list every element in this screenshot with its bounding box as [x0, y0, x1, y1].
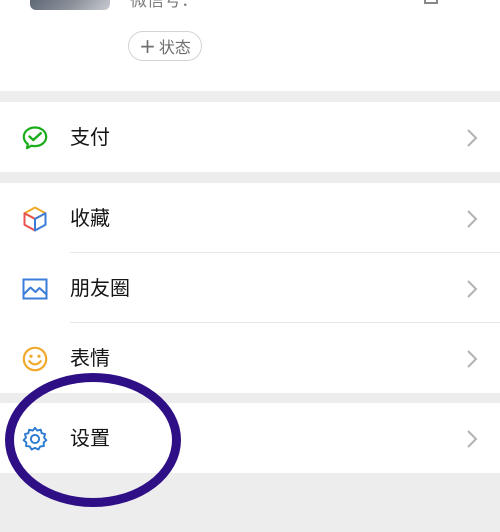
chevron-right-icon: [467, 210, 478, 228]
pay-section: 支付: [0, 102, 500, 172]
chevron-right-icon: [467, 280, 478, 298]
wechat-pay-icon: [22, 126, 48, 150]
menu-item-stickers[interactable]: 表情: [0, 323, 500, 393]
add-status-button[interactable]: + 状态: [128, 31, 202, 61]
smiley-icon: [22, 346, 48, 372]
status-label: 状态: [158, 38, 191, 57]
plus-icon: +: [139, 34, 156, 58]
menu-item-pay[interactable]: 支付: [0, 102, 500, 172]
menu-label-favorites: 收藏: [70, 206, 110, 230]
profile-header[interactable]: 微信号： + 状态: [0, 0, 500, 91]
qr-code-icon[interactable]: [424, 0, 438, 4]
wechat-id-text: 微信号：: [130, 0, 198, 11]
menu-label-pay: 支付: [70, 125, 110, 149]
cube-icon: [23, 206, 47, 232]
avatar[interactable]: [30, 0, 110, 10]
menu-item-settings[interactable]: 设置: [0, 403, 500, 473]
profile-chevron-icon: [462, 0, 478, 6]
settings-section: 设置: [0, 403, 500, 473]
menu-label-moments: 朋友圈: [70, 276, 130, 300]
gear-icon: [22, 426, 48, 451]
image-icon: [22, 278, 48, 300]
menu-item-favorites[interactable]: 收藏: [0, 183, 500, 253]
menu-item-moments[interactable]: 朋友圈: [0, 253, 500, 323]
chevron-right-icon: [467, 350, 478, 368]
chevron-right-icon: [467, 430, 478, 448]
chevron-right-icon: [467, 129, 478, 147]
content-section: 收藏 朋友圈 表情: [0, 183, 500, 393]
menu-label-stickers: 表情: [70, 346, 110, 370]
menu-label-settings: 设置: [70, 426, 110, 450]
